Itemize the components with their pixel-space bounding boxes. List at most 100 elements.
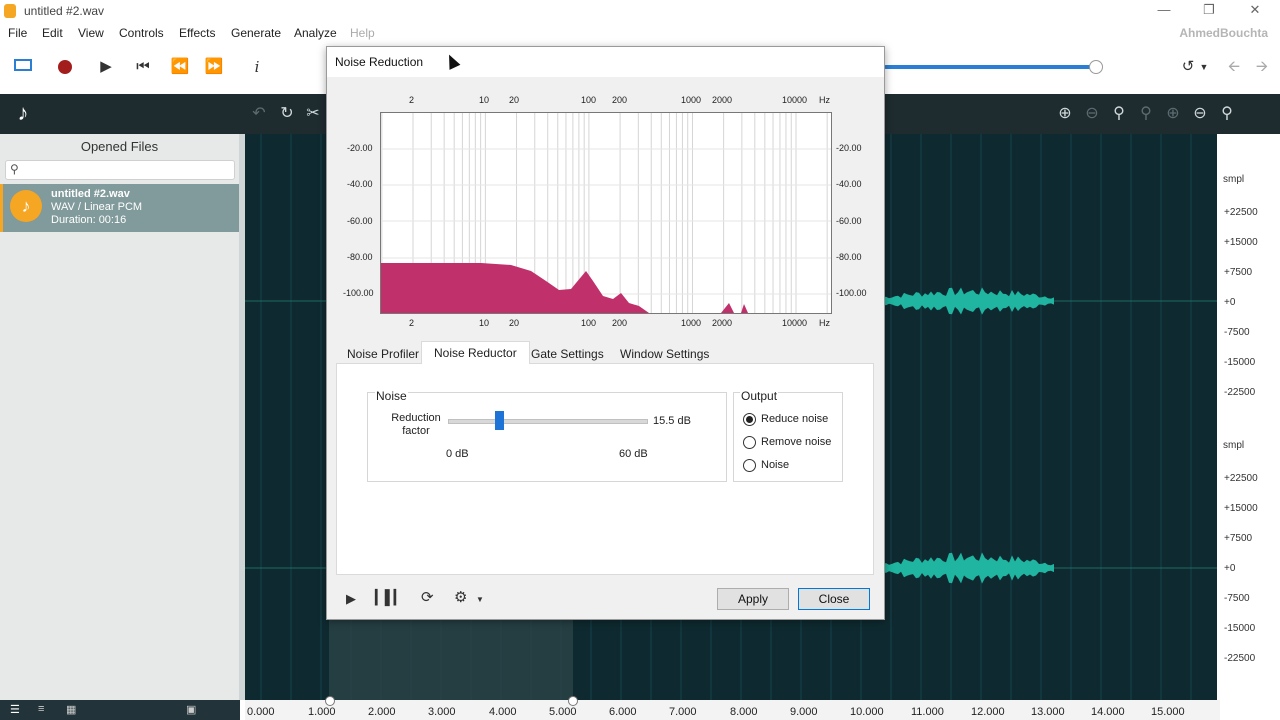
menu-file[interactable]: File [8, 26, 27, 40]
selection-start-marker[interactable] [325, 696, 335, 706]
hz-tick-label: 20 [509, 318, 520, 328]
zoom-selection-icon[interactable]: ⚲ [1135, 103, 1157, 125]
hz-unit-label: Hz [819, 95, 830, 105]
tab-window-settings[interactable]: Window Settings [620, 343, 709, 365]
time-tick: 12.000 [971, 706, 1005, 718]
zoom-reset-icon[interactable]: ⚲ [1216, 103, 1238, 125]
reduction-factor-slider-handle[interactable] [495, 411, 505, 430]
menu-view[interactable]: View [78, 26, 104, 40]
db-tick-label: -80.00 [347, 252, 373, 262]
brand-label: AhmedBouchta [1179, 26, 1268, 40]
amplitude-scale: smpl +22500 +15000 +7500 +0 -7500 -15000… [1217, 134, 1280, 700]
play-icon[interactable]: ▶ [94, 55, 118, 79]
redo-icon[interactable]: ↻ [276, 103, 298, 125]
file-list-item[interactable]: ♪ untitled #2.wav WAV / Linear PCM Durat… [0, 184, 239, 232]
undo-icon[interactable]: ↶ [248, 103, 270, 125]
hz-tick-label: 2 [409, 318, 415, 328]
menu-help[interactable]: Help [350, 26, 375, 40]
db-tick-label: -20.00 [347, 143, 373, 153]
zoom-vertical-in-icon[interactable]: ⊕ [1162, 103, 1184, 125]
info-icon[interactable]: i [245, 55, 269, 79]
loop-icon[interactable]: ⟳ [421, 588, 434, 606]
remove-noise-label[interactable]: Remove noise [761, 436, 831, 448]
noise-radio[interactable] [743, 459, 756, 472]
settings-gear-icon[interactable]: ⚙ [454, 588, 467, 606]
settings-dropdown-icon[interactable]: ▼ [476, 595, 484, 604]
status-bar: ☰ ≡ ▦ ▣ [0, 700, 240, 720]
time-tick: 13.000 [1031, 706, 1065, 718]
reduction-factor-slider[interactable] [448, 419, 648, 424]
menu-analyze[interactable]: Analyze [294, 26, 337, 40]
remove-noise-radio[interactable] [743, 436, 756, 449]
dropdown-icon[interactable]: ▼ [1192, 55, 1216, 79]
image-icon[interactable]: ▣ [186, 703, 196, 716]
hz-tick-label: 20 [509, 95, 520, 105]
fast-forward-icon[interactable]: ⏩ [202, 55, 226, 79]
rewind-icon[interactable]: ⏪ [168, 55, 192, 79]
grid-view-icon[interactable]: ▦ [66, 703, 76, 716]
restore-icon[interactable]: ❐ [1197, 2, 1221, 20]
menu-bar: File Edit View Controls Effects Generate… [0, 22, 1280, 44]
record-icon[interactable] [53, 55, 77, 79]
hz-tick-label: 200 [612, 95, 628, 105]
scale-label: -7500 [1224, 327, 1250, 338]
search-input[interactable]: ⚲ [5, 160, 235, 180]
hz-tick-label: 2000 [712, 95, 733, 105]
hz-tick-label: 100 [581, 95, 597, 105]
output-group-title: Output [740, 389, 779, 403]
volume-slider-handle[interactable] [1089, 60, 1103, 74]
db-tick-label: -100.00 [836, 288, 867, 298]
zoom-vertical-out-icon[interactable]: ⊖ [1189, 103, 1211, 125]
db-tick-label: -60.00 [836, 216, 862, 226]
cut-icon[interactable]: ✂ [302, 103, 324, 125]
scale-label: +15000 [1224, 237, 1258, 248]
hz-tick-label: 1000 [681, 318, 702, 328]
minimize-icon[interactable]: — [1152, 2, 1176, 20]
select-mode-icon[interactable] [11, 55, 35, 79]
close-window-icon[interactable]: ✕ [1243, 2, 1267, 20]
waveform-icon[interactable]: ▎▌▎ [375, 589, 404, 606]
menu-generate[interactable]: Generate [231, 26, 281, 40]
noise-label[interactable]: Noise [761, 459, 789, 471]
dialog-title: Noise Reduction [335, 55, 424, 69]
zoom-in-icon[interactable]: ⊕ [1054, 103, 1076, 125]
hz-tick-label: 10000 [782, 318, 808, 328]
menu-effects[interactable]: Effects [179, 26, 215, 40]
forward-arrow-icon[interactable]: 🡪 [1250, 55, 1274, 79]
time-tick: 1.000 [308, 706, 336, 718]
close-button[interactable]: Close [798, 588, 870, 610]
menu-edit[interactable]: Edit [42, 26, 63, 40]
noise-spectrum-plot [380, 112, 832, 314]
db-tick-label: -40.00 [347, 179, 373, 189]
tab-gate-settings[interactable]: Gate Settings [531, 343, 604, 365]
time-tick: 4.000 [489, 706, 517, 718]
tab-noise-reductor[interactable]: Noise Reductor [421, 341, 530, 364]
reduce-noise-label[interactable]: Reduce noise [761, 413, 828, 425]
reduce-noise-radio[interactable] [743, 413, 756, 426]
tab-noise-profiler[interactable]: Noise Profiler [347, 343, 419, 365]
volume-slider[interactable] [884, 65, 1096, 69]
hz-unit-label: Hz [819, 318, 830, 328]
preview-play-icon[interactable]: ▶ [346, 591, 356, 607]
selection-end-marker[interactable] [568, 696, 578, 706]
apply-button[interactable]: Apply [717, 588, 789, 610]
db-tick-label: -80.00 [836, 252, 862, 262]
slider-min-label: 0 dB [446, 448, 469, 460]
skip-start-icon[interactable]: ⏮ [131, 55, 155, 79]
list-view-icon[interactable]: ☰ [10, 703, 20, 716]
window-title: untitled #2.wav [24, 4, 105, 18]
slider-max-label: 60 dB [619, 448, 648, 460]
menu-controls[interactable]: Controls [119, 26, 164, 40]
scale-unit: smpl [1223, 440, 1245, 451]
scale-label: -22500 [1224, 387, 1256, 398]
scale-label: +7500 [1224, 267, 1253, 278]
dialog-title-bar[interactable]: Noise Reduction [327, 47, 884, 77]
scale-unit: smpl [1223, 174, 1245, 185]
back-arrow-icon[interactable]: 🡨 [1222, 55, 1246, 79]
menu-lines-icon[interactable]: ≡ [38, 703, 44, 715]
zoom-out-icon[interactable]: ⊖ [1081, 103, 1103, 125]
file-duration: Duration: 00:16 [51, 214, 127, 226]
hz-tick-label: 100 [581, 318, 597, 328]
db-tick-label: -40.00 [836, 179, 862, 189]
zoom-fit-icon[interactable]: ⚲ [1108, 103, 1130, 125]
